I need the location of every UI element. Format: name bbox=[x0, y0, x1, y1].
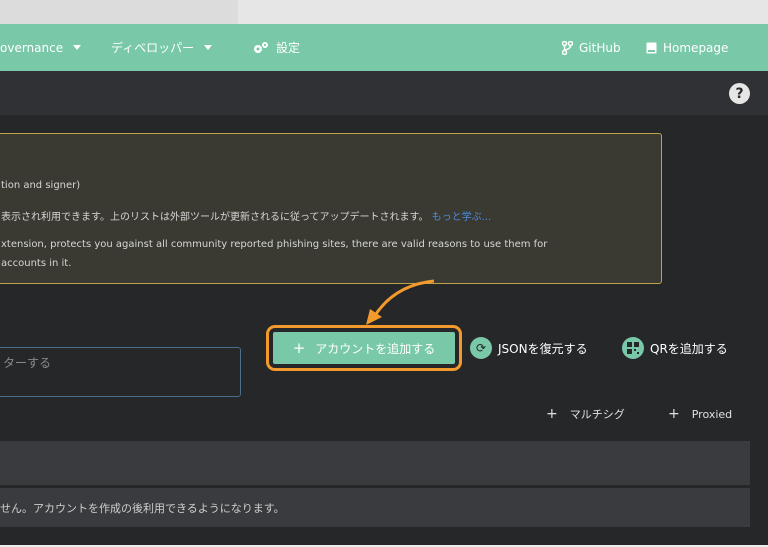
plus-icon: + bbox=[292, 339, 306, 357]
add-qr-label: QRを追加する bbox=[650, 341, 728, 356]
add-account-button[interactable]: + アカウントを追加する bbox=[273, 332, 455, 364]
multisig-button[interactable]: + マルチシグ bbox=[546, 406, 625, 422]
top-navbar: overnance ディベロッパー 設定 GitHub Homepage bbox=[0, 24, 768, 71]
add-qr-button[interactable]: QRを追加する bbox=[622, 337, 728, 359]
nav-developer[interactable]: ディベロッパー bbox=[111, 24, 213, 71]
warning-box: tion and signer) 表示され利用できます。上のリストは外部ツールが… bbox=[0, 133, 662, 284]
chevron-down-icon bbox=[73, 45, 82, 50]
plus-icon: + bbox=[668, 406, 680, 422]
accounts-table-header bbox=[0, 441, 750, 485]
restore-json-label: JSONを復元する bbox=[498, 341, 588, 356]
warning-line-2-text: 表示され利用できます。上のリストは外部ツールが更新されるに従ってアップデートされ… bbox=[1, 212, 429, 223]
proxied-label: Proxied bbox=[691, 407, 733, 421]
nav-github-link[interactable]: GitHub bbox=[562, 24, 621, 71]
qrcode-icon bbox=[622, 337, 644, 359]
app-window: overnance ディベロッパー 設定 GitHub Homepage ? t… bbox=[0, 24, 768, 545]
multisig-label: マルチシグ bbox=[569, 408, 625, 421]
book-icon bbox=[646, 42, 657, 53]
sync-icon: ⟳ bbox=[470, 337, 492, 359]
sub-header-bar: ? bbox=[0, 71, 768, 115]
warning-line-4: accounts in it. bbox=[1, 258, 72, 269]
callout-arrow-icon bbox=[366, 279, 435, 325]
gears-icon bbox=[254, 41, 268, 53]
warning-line-1: tion and signer) bbox=[1, 180, 81, 191]
nav-homepage-label: Homepage bbox=[663, 40, 729, 55]
nav-settings[interactable]: 設定 bbox=[252, 24, 300, 71]
filter-placeholder: ターする bbox=[3, 356, 52, 370]
nav-governance[interactable]: overnance bbox=[0, 24, 82, 71]
warning-line-3: xtension, protects you against all commu… bbox=[1, 239, 548, 250]
browser-tab[interactable] bbox=[0, 0, 238, 24]
nav-settings-label: 設定 bbox=[276, 41, 301, 55]
filter-input[interactable]: ターする bbox=[0, 347, 241, 397]
plus-icon: + bbox=[546, 406, 558, 422]
empty-message: せん。アカウントを作成の後利用できるようになります。 bbox=[0, 502, 285, 515]
code-branch-icon bbox=[562, 40, 573, 55]
proxied-button[interactable]: + Proxied bbox=[668, 406, 732, 422]
nav-governance-label: overnance bbox=[0, 40, 64, 55]
nav-homepage-link[interactable]: Homepage bbox=[646, 24, 728, 71]
accounts-empty-row: せん。アカウントを作成の後利用できるようになります。 bbox=[0, 488, 750, 527]
nav-github-label: GitHub bbox=[579, 40, 621, 55]
browser-top-strip bbox=[0, 0, 768, 24]
nav-developer-label: ディベロッパー bbox=[111, 41, 195, 55]
accounts-page: tion and signer) 表示され利用できます。上のリストは外部ツールが… bbox=[0, 115, 768, 545]
help-button[interactable]: ? bbox=[729, 83, 750, 104]
add-account-label: アカウントを追加する bbox=[315, 341, 436, 356]
chevron-down-icon bbox=[204, 45, 213, 50]
warning-line-2: 表示され利用できます。上のリストは外部ツールが更新されるに従ってアップデートされ… bbox=[1, 208, 491, 223]
learn-more-link[interactable]: もっと学ぶ... bbox=[432, 212, 492, 223]
restore-json-button[interactable]: ⟳ JSONを復元する bbox=[470, 337, 588, 359]
